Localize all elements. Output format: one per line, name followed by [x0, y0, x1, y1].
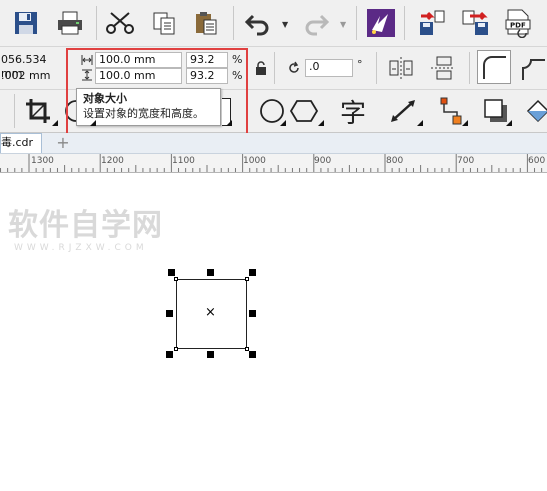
node-handle[interactable] [245, 277, 249, 281]
scallop-corner-icon[interactable] [519, 52, 547, 85]
separator [274, 52, 275, 84]
document-tab-bar [0, 133, 547, 154]
mirror-vertical-icon[interactable] [429, 55, 457, 84]
fill-tool-icon[interactable] [520, 93, 547, 129]
ruler-label: 1300 [31, 156, 54, 166]
ruler-label: 600 [528, 156, 546, 166]
separator [404, 6, 405, 40]
ruler-label: 800 [386, 156, 404, 166]
copy-icon[interactable] [146, 5, 182, 41]
watermark-text: 软件自学网 [8, 208, 163, 243]
selection-handle[interactable] [166, 310, 173, 317]
rotate-icon [287, 61, 301, 78]
flyout-indicator [52, 120, 58, 126]
degree-label: ° [357, 58, 363, 71]
import-icon[interactable] [414, 5, 450, 41]
flyout-indicator [462, 120, 468, 126]
drawing-canvas[interactable]: 软件自学网 WWW.RJZXW.COM × [0, 173, 547, 491]
x-position-field[interactable]: 056.534 mm [0, 53, 62, 80]
redo-icon[interactable] [298, 5, 334, 41]
y-position-field[interactable]: .002 mm [0, 69, 62, 85]
flyout-indicator [417, 120, 423, 126]
standard-toolbar: ▼ ▼ PDF [0, 0, 547, 47]
selection-handle[interactable] [207, 269, 214, 276]
separator [96, 6, 97, 40]
ruler-label: 1200 [101, 156, 124, 166]
export-icon[interactable] [457, 5, 493, 41]
separator [356, 6, 357, 40]
paste-icon[interactable] [188, 5, 224, 41]
print-icon[interactable] [52, 5, 88, 41]
rotation-field[interactable]: .0 [305, 59, 353, 77]
flyout-indicator [318, 120, 324, 126]
node-handle[interactable] [174, 277, 178, 281]
undo-dropdown-icon[interactable]: ▼ [282, 20, 288, 29]
separator [469, 52, 470, 84]
ruler-label: 1100 [172, 156, 195, 166]
highlight-box [66, 48, 248, 136]
undo-icon[interactable] [240, 5, 276, 41]
ruler-label: 1000 [243, 156, 266, 166]
redo-dropdown-icon[interactable]: ▼ [340, 20, 346, 29]
corel-launcher-icon[interactable] [363, 5, 399, 41]
ruler-label: 700 [457, 156, 475, 166]
selection-handle[interactable] [207, 351, 214, 358]
ruler-label: 900 [314, 156, 332, 166]
save-icon[interactable] [8, 5, 44, 41]
pdf-label: PDF [510, 22, 526, 30]
round-corner-button[interactable] [477, 50, 511, 84]
flyout-indicator [506, 120, 512, 126]
selection-handle[interactable] [249, 351, 256, 358]
dimension-tool-icon[interactable] [385, 93, 421, 129]
crop-tool-icon[interactable] [20, 93, 56, 129]
selection-handle[interactable] [166, 351, 173, 358]
separator [14, 94, 15, 128]
mirror-horizontal-icon[interactable] [387, 55, 415, 84]
selection-handle[interactable] [249, 269, 256, 276]
polygon-tool-icon[interactable] [286, 93, 322, 129]
lock-ratio-icon[interactable] [255, 61, 267, 78]
selection-handle[interactable] [168, 269, 175, 276]
document-tab[interactable]: 毒.cdr [0, 133, 43, 153]
center-marker[interactable]: × [205, 306, 216, 320]
watermark-url: WWW.RJZXW.COM [14, 243, 148, 253]
node-handle[interactable] [174, 347, 178, 351]
node-handle[interactable] [245, 347, 249, 351]
separator [376, 52, 377, 84]
separator [233, 6, 234, 40]
cut-icon[interactable] [102, 5, 138, 41]
selection-handle[interactable] [249, 310, 256, 317]
horizontal-ruler[interactable]: 1300 1200 1100 1000 900 800 700 600 [0, 154, 547, 173]
publish-pdf-icon[interactable]: PDF [500, 5, 536, 41]
text-tool-icon[interactable]: 字 [335, 93, 371, 129]
add-tab-button[interactable]: + [54, 135, 72, 151]
